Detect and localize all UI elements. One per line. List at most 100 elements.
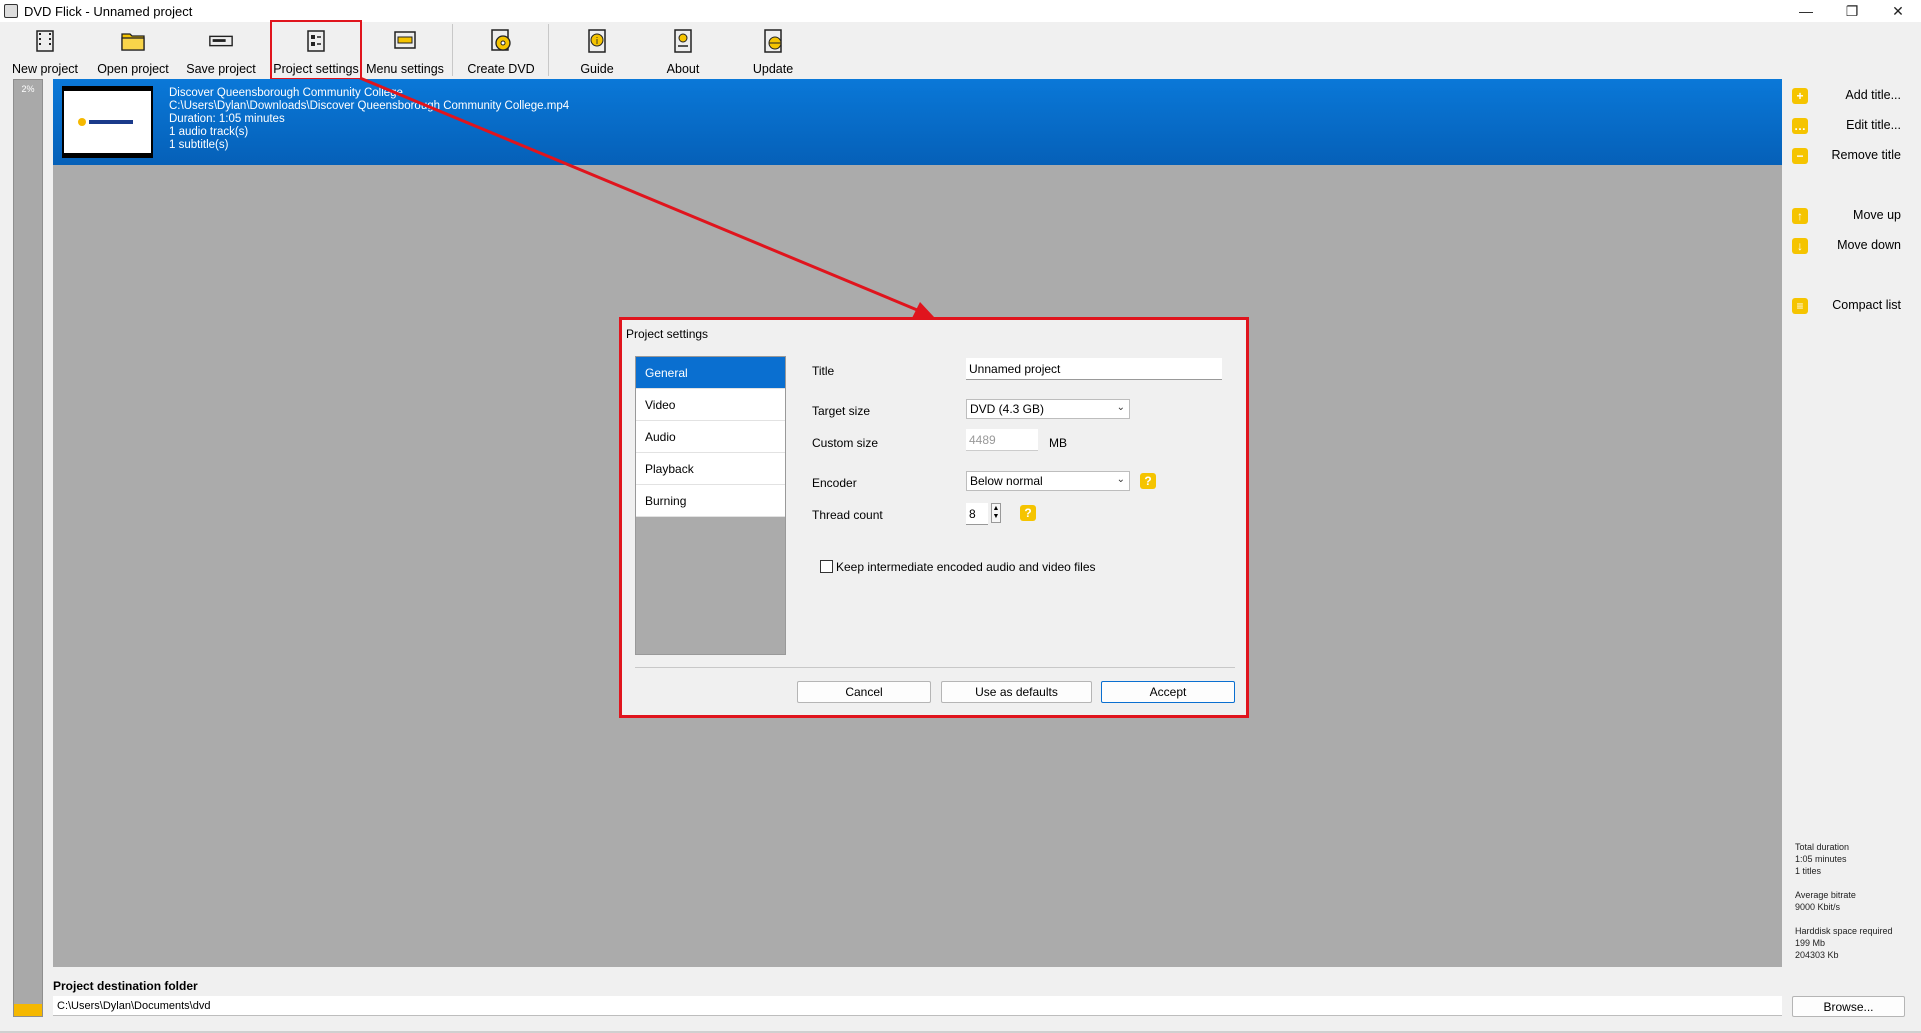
nav-item-burning[interactable]: Burning bbox=[636, 485, 785, 517]
move-down-label: Move down bbox=[1837, 238, 1901, 252]
about-button[interactable]: About bbox=[658, 26, 708, 78]
compact-list-icon: ≡ bbox=[1792, 298, 1808, 314]
close-button[interactable]: ✕ bbox=[1875, 0, 1921, 22]
harddisk-kb: 204303 Kb bbox=[1795, 950, 1839, 960]
annotation-highlight-box bbox=[270, 20, 362, 80]
app-icon bbox=[4, 4, 18, 18]
chevron-down-icon[interactable]: ▼ bbox=[993, 513, 1000, 521]
remove-title-button[interactable]: − Remove title bbox=[1782, 143, 1921, 169]
toolbar-separator bbox=[548, 24, 549, 76]
target-size-select[interactable]: DVD (4.3 GB) ⌄ bbox=[966, 399, 1130, 419]
about-label: About bbox=[666, 62, 700, 76]
move-up-label: Move up bbox=[1853, 208, 1901, 222]
thread-count-help-icon[interactable]: ? bbox=[1020, 505, 1036, 521]
update-globe-icon bbox=[760, 28, 786, 54]
move-down-button[interactable]: ↓ Move down bbox=[1782, 233, 1921, 259]
remove-title-label: Remove title bbox=[1831, 148, 1901, 162]
project-settings-dialog: Project settings General Video Audio Pla… bbox=[619, 317, 1249, 718]
chevron-down-icon: ⌄ bbox=[1116, 474, 1125, 485]
open-project-label: Open project bbox=[97, 62, 169, 76]
dialog-title: Project settings bbox=[626, 327, 709, 341]
thread-count-stepper[interactable]: ▲ ▼ bbox=[991, 503, 1001, 523]
add-title-button[interactable]: + Add title... bbox=[1782, 83, 1921, 109]
custom-size-unit: MB bbox=[1049, 436, 1067, 450]
nav-item-video[interactable]: Video bbox=[636, 389, 785, 421]
progress-fill bbox=[14, 1004, 42, 1016]
arrow-up-icon: ↑ bbox=[1792, 208, 1808, 224]
create-dvd-label: Create DVD bbox=[467, 62, 535, 76]
title-bar: DVD Flick - Unnamed project — ❐ ✕ bbox=[0, 0, 1921, 22]
save-drive-icon bbox=[208, 28, 234, 54]
open-project-button[interactable]: Open project bbox=[97, 26, 169, 78]
thread-count-input[interactable]: 8 bbox=[966, 503, 988, 525]
add-title-label: Add title... bbox=[1845, 88, 1901, 102]
title-subtitles: 1 subtitle(s) bbox=[169, 139, 229, 151]
custom-size-label: Custom size bbox=[812, 436, 879, 450]
encoder-value: Below normal bbox=[970, 474, 1043, 488]
target-size-value: DVD (4.3 GB) bbox=[970, 402, 1045, 416]
minimize-button[interactable]: — bbox=[1783, 0, 1829, 22]
title-row-selected[interactable]: Discover Queensborough Community College… bbox=[53, 79, 1782, 165]
title-info: Discover Queensborough Community College… bbox=[169, 87, 569, 152]
accept-button[interactable]: Accept bbox=[1101, 681, 1235, 703]
destination-folder-input[interactable]: C:\Users\Dylan\Documents\dvd bbox=[53, 996, 1782, 1016]
move-up-button[interactable]: ↑ Move up bbox=[1782, 203, 1921, 229]
use-as-defaults-button[interactable]: Use as defaults bbox=[941, 681, 1092, 703]
new-project-label: New project bbox=[12, 62, 78, 76]
average-bitrate-label: Average bitrate bbox=[1795, 890, 1856, 900]
maximize-button[interactable]: ❐ bbox=[1829, 0, 1875, 22]
guide-button[interactable]: i Guide bbox=[572, 26, 622, 78]
edit-icon: … bbox=[1792, 118, 1808, 134]
total-duration-label: Total duration bbox=[1795, 842, 1850, 852]
title-duration: Duration: 1:05 minutes bbox=[169, 113, 285, 125]
menu-settings-label: Menu settings bbox=[366, 62, 444, 76]
folder-icon bbox=[120, 28, 146, 54]
dvd-flick-window: DVD Flick - Unnamed project — ❐ ✕ New pr… bbox=[0, 0, 1921, 1033]
chevron-up-icon[interactable]: ▲ bbox=[993, 505, 1000, 513]
remove-icon: − bbox=[1792, 148, 1808, 164]
title-actions-panel: + Add title... … Edit title... − Remove … bbox=[1782, 79, 1921, 1019]
title-audio-tracks: 1 audio track(s) bbox=[169, 126, 249, 138]
save-project-label: Save project bbox=[186, 62, 256, 76]
menu-settings-button[interactable]: Menu settings bbox=[366, 26, 444, 78]
about-user-icon bbox=[670, 28, 696, 54]
update-button[interactable]: Update bbox=[748, 26, 798, 78]
qcc-logo-icon bbox=[77, 117, 138, 127]
titles-count: 1 titles bbox=[1795, 866, 1822, 876]
create-dvd-button[interactable]: Create DVD bbox=[467, 26, 535, 78]
title-input[interactable]: Unnamed project bbox=[966, 358, 1222, 380]
film-strip-icon bbox=[32, 28, 58, 54]
thread-count-label: Thread count bbox=[812, 508, 883, 522]
project-stats: Total duration 1:05 minutes 1 titles Ave… bbox=[1795, 841, 1893, 973]
nav-item-audio[interactable]: Audio bbox=[636, 421, 785, 453]
progress-label: 2% bbox=[21, 84, 35, 94]
keep-files-label: Keep intermediate encoded audio and vide… bbox=[836, 560, 1096, 574]
toolbar-separator bbox=[452, 24, 453, 76]
keep-files-checkbox[interactable] bbox=[820, 560, 833, 573]
new-project-button[interactable]: New project bbox=[12, 26, 78, 78]
title-name: Discover Queensborough Community College bbox=[169, 87, 403, 99]
harddisk-label: Harddisk space required bbox=[1795, 926, 1893, 936]
nav-item-general[interactable]: General bbox=[636, 357, 785, 389]
nav-item-playback[interactable]: Playback bbox=[636, 453, 785, 485]
browse-button[interactable]: Browse... bbox=[1792, 996, 1905, 1017]
edit-title-button[interactable]: … Edit title... bbox=[1782, 113, 1921, 139]
encoder-select[interactable]: Below normal ⌄ bbox=[966, 471, 1130, 491]
compact-list-button[interactable]: ≡ Compact list bbox=[1782, 293, 1921, 319]
custom-size-input[interactable]: 4489 bbox=[966, 429, 1038, 451]
target-size-label: Target size bbox=[812, 404, 871, 418]
guide-label: Guide bbox=[580, 62, 614, 76]
chevron-down-icon: ⌄ bbox=[1116, 402, 1125, 413]
cancel-button[interactable]: Cancel bbox=[797, 681, 931, 703]
title-path: C:\Users\Dylan\Downloads\Discover Queens… bbox=[169, 100, 570, 112]
update-label: Update bbox=[752, 62, 794, 76]
encoder-help-icon[interactable]: ? bbox=[1140, 473, 1156, 489]
svg-text:i: i bbox=[596, 37, 599, 47]
progress-strip: 2% bbox=[13, 79, 43, 1017]
burn-disc-icon bbox=[488, 28, 514, 54]
save-project-button[interactable]: Save project bbox=[186, 26, 256, 78]
guide-info-icon: i bbox=[584, 28, 610, 54]
harddisk-mb: 199 Mb bbox=[1795, 938, 1826, 948]
total-duration-value: 1:05 minutes bbox=[1795, 854, 1847, 864]
menu-screen-icon bbox=[392, 28, 418, 54]
